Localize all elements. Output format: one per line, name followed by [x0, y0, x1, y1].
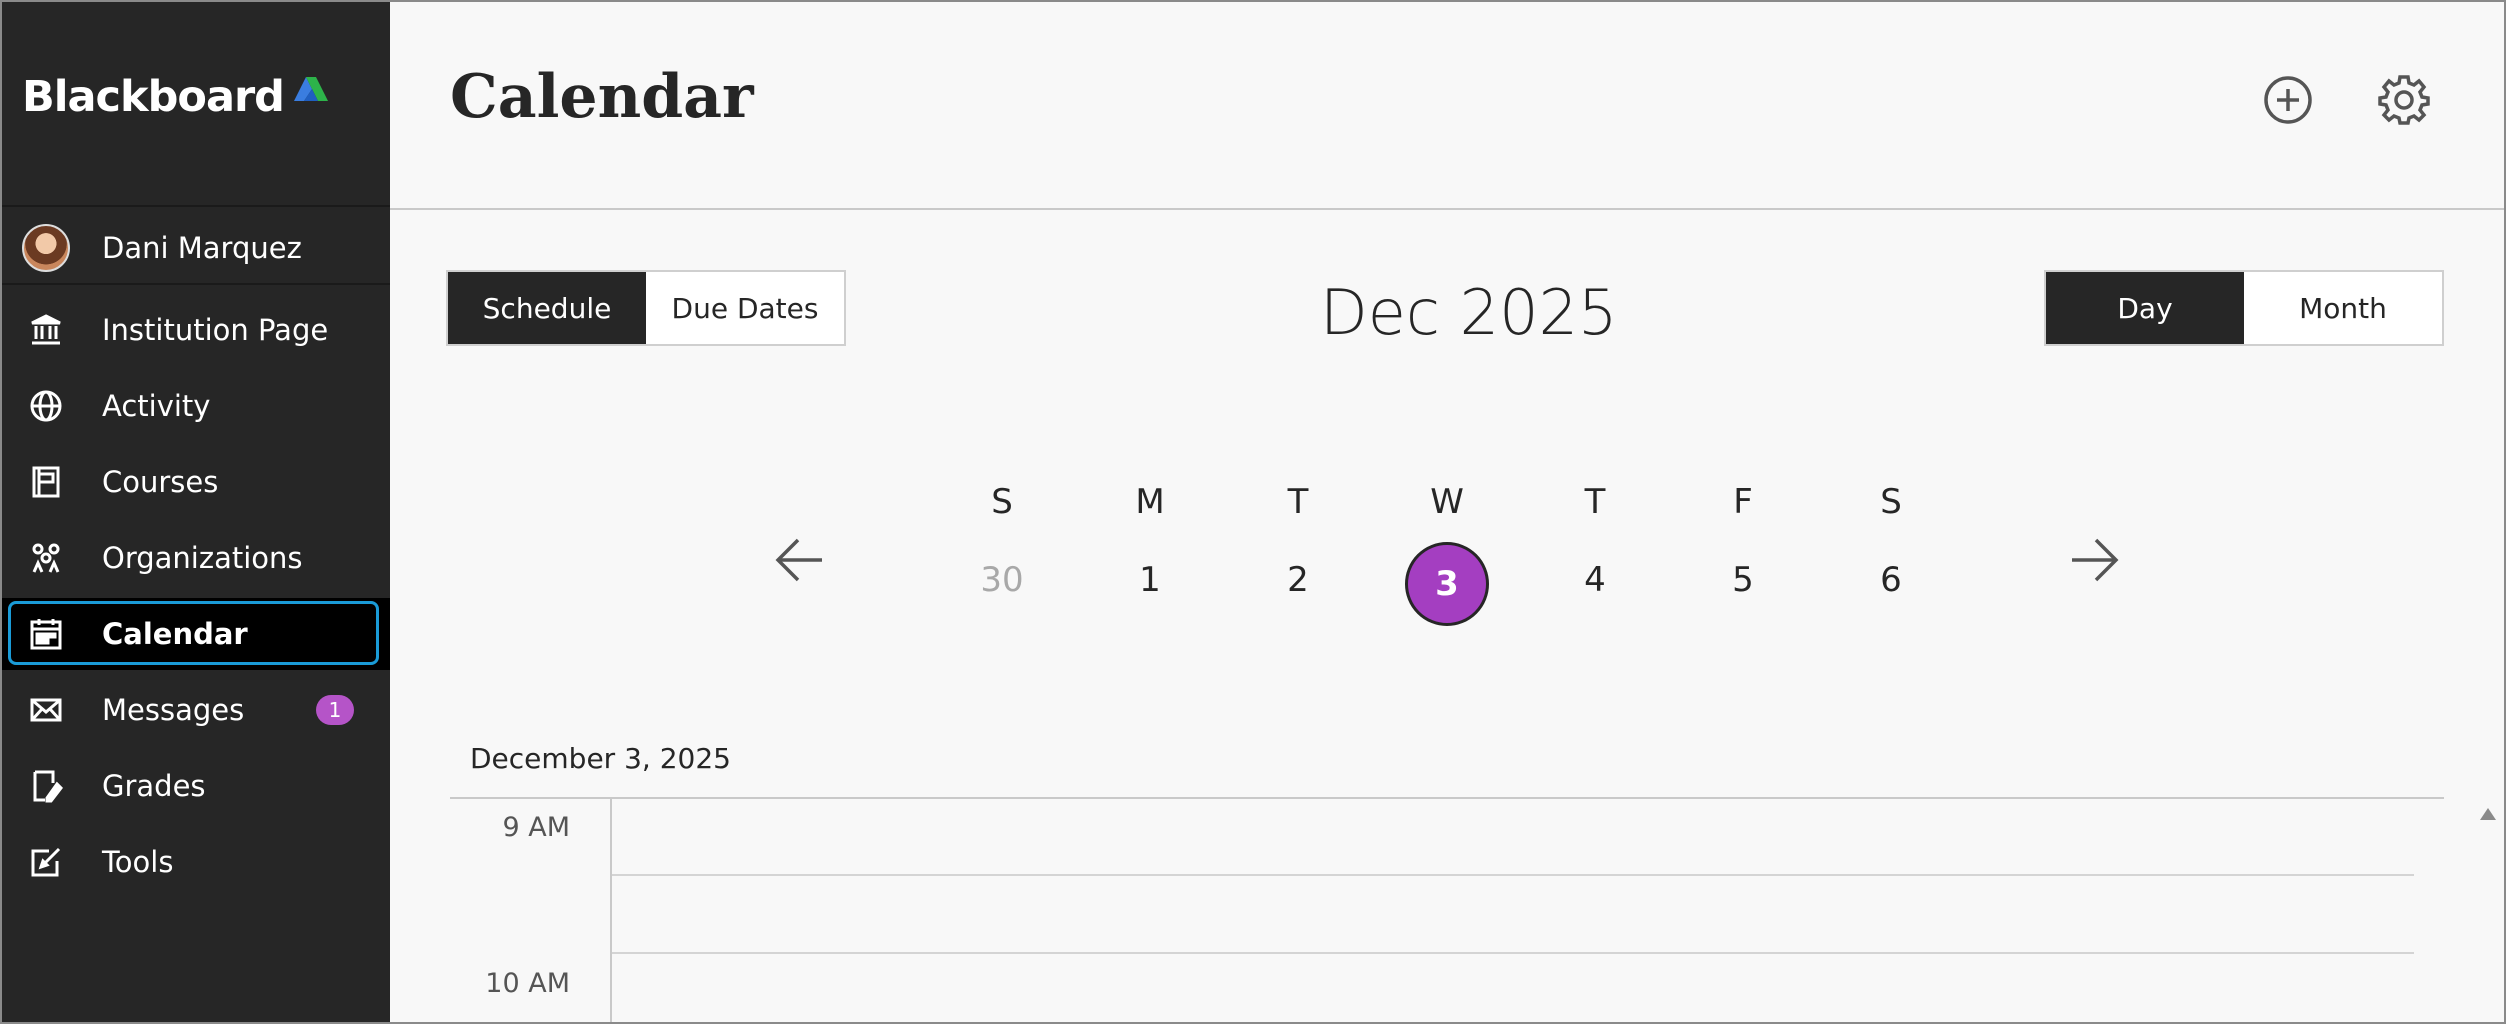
weekday-label: S — [991, 482, 1013, 522]
organizations-icon — [28, 540, 64, 576]
time-label: 10 AM — [485, 968, 570, 999]
tools-icon — [28, 844, 64, 880]
selected-date-button[interactable]: 3 — [1405, 542, 1489, 626]
tab-schedule[interactable]: Schedule — [448, 272, 646, 344]
date-button[interactable]: 30 — [972, 560, 1032, 600]
weekday-label: T — [1287, 482, 1309, 522]
weekday-label: M — [1135, 482, 1165, 522]
sidebar-item-grades[interactable]: Grades — [0, 750, 390, 822]
sidebar-item-label: Tools — [102, 845, 174, 879]
month-title: Dec 2025 — [1320, 276, 1618, 349]
settings-button[interactable] — [2376, 72, 2432, 128]
range-toggle: Day Month — [2044, 270, 2444, 346]
weekday-label: W — [1430, 482, 1464, 522]
add-event-button[interactable] — [2260, 72, 2316, 128]
sidebar-item-tools[interactable]: Tools — [0, 826, 390, 898]
sidebar-item-label: Messages — [102, 693, 245, 727]
weekday-label: F — [1733, 482, 1753, 522]
arrow-left-icon — [775, 538, 822, 582]
hour-line — [612, 952, 2414, 954]
arrow-right-icon — [2072, 538, 2119, 582]
time-column-divider — [610, 799, 612, 1024]
date-button[interactable]: 2 — [1268, 560, 1328, 600]
half-hour-line — [612, 874, 2414, 876]
envelope-icon — [28, 692, 64, 728]
weekday-label: T — [1584, 482, 1606, 522]
date-button[interactable]: 5 — [1713, 560, 1773, 600]
avatar — [22, 224, 70, 272]
logo-mark-icon — [293, 77, 328, 101]
schedule-divider — [450, 797, 2444, 799]
date-button[interactable]: 4 — [1565, 560, 1625, 600]
tab-day[interactable]: Day — [2046, 272, 2244, 344]
page-header: Calendar — [390, 0, 2506, 210]
sidebar-item-label: Grades — [102, 769, 206, 803]
next-week-button[interactable] — [2064, 530, 2124, 590]
sidebar-item-activity[interactable]: Activity — [0, 370, 390, 442]
unread-badge: 1 — [316, 695, 354, 725]
add-circle-icon — [2264, 76, 2312, 124]
globe-icon — [28, 388, 64, 424]
tab-due-dates[interactable]: Due Dates — [646, 272, 844, 344]
book-icon — [28, 464, 64, 500]
sidebar-item-messages[interactable]: Messages 1 — [0, 674, 390, 746]
schedule-date-heading: December 3, 2025 — [470, 742, 731, 775]
focus-ring — [8, 601, 379, 665]
date-button[interactable]: 1 — [1120, 560, 1180, 600]
weekday-label: S — [1880, 482, 1902, 522]
date-button[interactable]: 6 — [1861, 560, 1921, 600]
sidebar-item-label: Organizations — [102, 541, 303, 575]
sidebar-item-institution-page[interactable]: Institution Page — [0, 294, 390, 366]
sidebar: Blackboard Dani Marquez Institution Page… — [0, 0, 390, 1024]
sidebar-item-organizations[interactable]: Organizations — [0, 522, 390, 594]
sidebar-item-label: Activity — [102, 389, 211, 423]
sidebar-item-label: Courses — [102, 465, 219, 499]
tab-month[interactable]: Month — [2244, 272, 2442, 344]
gear-icon — [2378, 75, 2430, 125]
user-name: Dani Marquez — [102, 231, 302, 265]
view-toggle: Schedule Due Dates — [446, 270, 846, 346]
previous-week-button[interactable] — [770, 530, 830, 590]
sidebar-item-label: Institution Page — [102, 313, 329, 347]
logo-area: Blackboard — [0, 0, 390, 207]
logo-text: Blackboard — [22, 72, 285, 122]
grades-icon — [28, 768, 64, 804]
scroll-up-arrow[interactable] — [2480, 808, 2496, 820]
sidebar-user[interactable]: Dani Marquez — [0, 213, 390, 285]
page-title: Calendar — [450, 62, 754, 132]
blackboard-logo[interactable]: Blackboard — [22, 76, 330, 119]
time-label: 9 AM — [502, 812, 570, 843]
institution-icon — [28, 312, 64, 348]
sidebar-item-courses[interactable]: Courses — [0, 446, 390, 518]
